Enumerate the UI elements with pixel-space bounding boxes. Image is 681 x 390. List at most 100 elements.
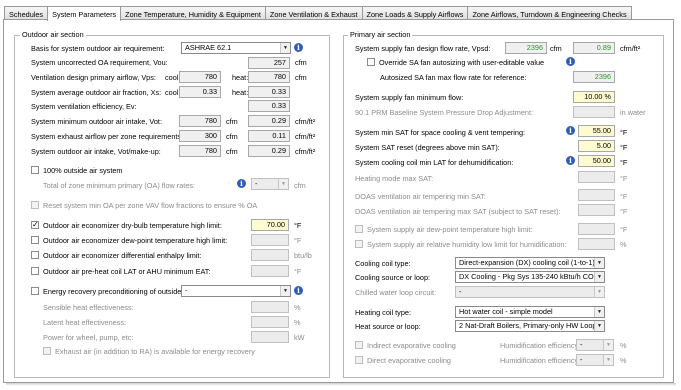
chevron-down-icon: ▼ bbox=[603, 355, 613, 365]
tab-zone-ventilation[interactable]: Zone Ventilation & Exhaust bbox=[264, 6, 363, 20]
xs-cool: 0.33 bbox=[179, 86, 221, 98]
direct-evap-checkbox[interactable] bbox=[355, 356, 363, 364]
basis-select[interactable]: ASHRAE 62.1 ▼ bbox=[181, 42, 291, 54]
vou-value: 257 bbox=[248, 57, 290, 69]
indirect-evap-checkbox[interactable] bbox=[355, 341, 363, 349]
tab-system-parameters[interactable]: System Parameters bbox=[47, 6, 122, 21]
tab-zone-temperature[interactable]: Zone Temperature, Humidity & Equipment bbox=[120, 6, 266, 20]
info-icon[interactable]: i bbox=[237, 179, 246, 188]
info-icon[interactable]: i bbox=[294, 43, 303, 52]
doas-max-input[interactable] bbox=[578, 204, 615, 216]
chevron-down-icon: ▼ bbox=[594, 258, 604, 268]
total-min-label: Total of zone minimum primary (OA) flow … bbox=[43, 181, 196, 190]
baseline-input[interactable] bbox=[573, 106, 615, 118]
power-label: Power for wheel, pump, etc: bbox=[43, 333, 134, 342]
coil-lat-label: System cooling coil min LAT for dehumidi… bbox=[355, 158, 514, 167]
direct-evap-label: Direct evaporative cooling bbox=[367, 356, 451, 365]
makeup-cfm: 780 bbox=[179, 145, 221, 157]
humidification-eff-label: Humidification efficiency: bbox=[500, 356, 581, 365]
erv-checkbox[interactable] bbox=[31, 287, 39, 295]
dewpoint-high-input[interactable] bbox=[578, 223, 615, 235]
dewpoint-high-checkbox[interactable] bbox=[355, 225, 363, 233]
fan-flow-area: 0.89 bbox=[573, 42, 615, 54]
exhaust-airflow-label: System exhaust airflow per zone requirem… bbox=[31, 132, 184, 141]
latent-input[interactable] bbox=[251, 316, 289, 328]
preheat-label: Outdoor air pre-heat coil LAT or AHU min… bbox=[43, 267, 211, 276]
indirect-eff-select[interactable]: - ▼ bbox=[576, 339, 614, 351]
oa100-label: 100% outside air system bbox=[43, 166, 123, 175]
humidification-eff-label: Humidification efficiency: bbox=[500, 341, 581, 350]
min-sat-input[interactable]: 55.00 bbox=[578, 125, 615, 137]
power-input[interactable] bbox=[251, 331, 289, 343]
heating-coil-label: Heating coil type: bbox=[355, 308, 411, 317]
cooling-coil-select[interactable]: Direct-expansion (DX) cooling coil (1-to… bbox=[455, 257, 605, 269]
fan-flow-cfm: 2396 bbox=[505, 42, 547, 54]
vps-heat: 780 bbox=[248, 71, 290, 83]
cooling-source-select[interactable]: DX Cooling - Pkg Sys 135-240 kBtu/h COP … bbox=[455, 271, 605, 283]
min-sat-label: System min SAT for space cooling & vent … bbox=[355, 128, 526, 137]
baseline-label: 90.1 PRM Baseline System Pressure Drop A… bbox=[355, 108, 534, 117]
preheat-input[interactable] bbox=[251, 265, 289, 277]
autosized-value: 2396 bbox=[573, 71, 615, 83]
oa100-checkbox[interactable] bbox=[31, 166, 39, 174]
ev-value: 0.33 bbox=[248, 100, 290, 112]
vps-label: Ventilation design primary airflow, Vps: bbox=[31, 73, 156, 82]
doas-min-input[interactable] bbox=[578, 189, 615, 201]
vot-area: 0.29 bbox=[248, 115, 290, 127]
cooling-coil-label: Cooling coil type: bbox=[355, 259, 411, 268]
heat-max-input[interactable] bbox=[578, 171, 615, 183]
erv-label: Energy recovery preconditioning of outsi… bbox=[43, 287, 192, 296]
econ-dewpoint-checkbox[interactable] bbox=[31, 236, 39, 244]
preheat-checkbox[interactable] bbox=[31, 267, 39, 275]
sat-reset-input[interactable]: 5.00 bbox=[578, 140, 615, 152]
doas-min-label: DOAS ventilation air tempering min SAT: bbox=[355, 192, 486, 201]
direct-eff-select[interactable]: - ▼ bbox=[576, 354, 614, 366]
info-icon[interactable]: i bbox=[566, 57, 575, 66]
xs-heat: 0.33 bbox=[248, 86, 290, 98]
heating-coil-select[interactable]: Hot water coil - simple model ▼ bbox=[455, 306, 605, 318]
econ-enthalpy-checkbox[interactable] bbox=[31, 251, 39, 259]
reset-oa-checkbox[interactable] bbox=[31, 201, 39, 209]
cooling-source-label: Cooling source or loop: bbox=[355, 273, 431, 282]
rh-low-input[interactable] bbox=[578, 238, 615, 250]
info-icon[interactable]: i bbox=[566, 156, 575, 165]
chevron-down-icon: ▼ bbox=[603, 340, 613, 350]
ev-label: System ventilation efficiency, Ev: bbox=[31, 102, 137, 111]
exhaust-recovery-label: Exhaust air (in addition to RA) is avail… bbox=[55, 347, 255, 356]
tab-zone-loads[interactable]: Zone Loads & Supply Airflows bbox=[361, 6, 469, 20]
rh-low-checkbox[interactable] bbox=[355, 240, 363, 248]
exhaust-recovery-checkbox[interactable] bbox=[43, 347, 51, 355]
sensible-label: Sensible heat effectiveness: bbox=[43, 303, 134, 312]
tab-schedules[interactable]: Schedules bbox=[4, 6, 49, 20]
primary-air-title: Primary air section bbox=[348, 30, 413, 39]
vps-cool: 780 bbox=[179, 71, 221, 83]
econ-drybulb-label: Outdoor air economizer dry-bulb temperat… bbox=[43, 221, 222, 230]
econ-drybulb-input[interactable]: 70.00 bbox=[251, 219, 289, 231]
override-checkbox[interactable] bbox=[367, 58, 375, 66]
chevron-down-icon: ▼ bbox=[594, 287, 604, 297]
vou-label: System uncorrected OA requirement, Vou: bbox=[31, 58, 168, 67]
tab-zone-airflows[interactable]: Zone Airflows, Turndown & Engineering Ch… bbox=[467, 6, 632, 20]
chevron-down-icon: ▼ bbox=[280, 43, 290, 53]
econ-drybulb-checkbox[interactable]: ✓ bbox=[31, 221, 39, 229]
econ-enthalpy-input[interactable] bbox=[251, 249, 289, 261]
info-icon[interactable]: i bbox=[294, 286, 303, 295]
total-min-select: - ▼ bbox=[251, 178, 289, 190]
min-flow-input[interactable]: 10.00 % bbox=[573, 91, 615, 103]
info-icon[interactable]: i bbox=[566, 126, 575, 135]
econ-dewpoint-input[interactable] bbox=[251, 234, 289, 246]
econ-enthalpy-label: Outdoor air economizer differential enth… bbox=[43, 251, 202, 260]
rh-low-label: System supply air relative humidity low … bbox=[367, 240, 567, 249]
doas-max-label: DOAS ventilation air tempering max SAT (… bbox=[355, 207, 561, 216]
chw-loop-select[interactable]: - ▼ bbox=[455, 286, 605, 298]
heat-source-select[interactable]: 2 Nat-Draft Boilers, Primary-only HW Loo… bbox=[455, 320, 605, 332]
fan-flow-label: System supply fan design flow rate, Vpsd… bbox=[355, 44, 491, 53]
indirect-evap-label: Indirect evaporative cooling bbox=[367, 341, 456, 350]
chevron-down-icon: ▼ bbox=[594, 307, 604, 317]
coil-lat-input[interactable]: 50.00 bbox=[578, 155, 615, 167]
latent-label: Latent heat effectiveness: bbox=[43, 318, 127, 327]
erv-select[interactable]: - ▼ bbox=[181, 285, 291, 297]
makeup-area: 0.29 bbox=[248, 145, 290, 157]
basis-label: Basis for system outdoor air requirement… bbox=[31, 44, 165, 53]
sensible-input[interactable] bbox=[251, 301, 289, 313]
